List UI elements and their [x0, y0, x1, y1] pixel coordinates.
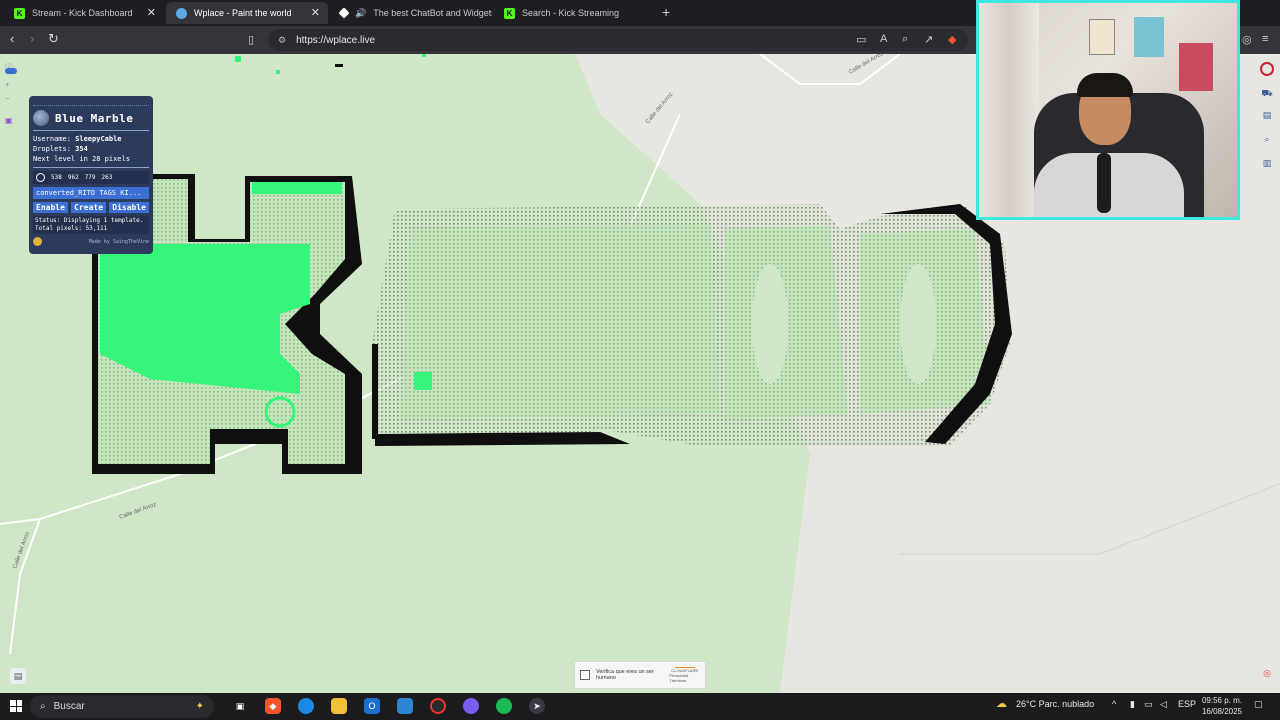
zoom-icon[interactable]: ⌕ [902, 33, 908, 46]
captcha-text: Verifica que eres un ser humano [596, 669, 654, 681]
panel-title: Blue Marble [55, 111, 134, 125]
kick-icon: K [504, 7, 515, 19]
disable-button[interactable]: Disable [109, 202, 149, 213]
left-tool-rail: ⓘ + − ▣ [0, 54, 20, 693]
kick-icon: K [14, 7, 25, 19]
cast-icon[interactable]: ▭ [856, 33, 866, 46]
username-row: Username: SleepyCable [33, 135, 122, 143]
forward-arrow-icon[interactable]: › [30, 31, 34, 46]
brave-browser-icon[interactable]: ◆ [265, 698, 281, 714]
taskbar-search[interactable]: ⌕ Buscar ✦ [30, 695, 214, 718]
profile-icon[interactable] [1260, 62, 1274, 76]
create-button[interactable]: Create [71, 202, 107, 213]
translate-icon[interactable]: A [880, 33, 887, 45]
coin-icon[interactable] [33, 237, 42, 246]
windows-start-icon[interactable] [10, 700, 22, 712]
tab-wplace[interactable]: Wplace - Paint the world ✕ [166, 2, 328, 24]
template-file-input[interactable]: converted_RITO TAGS KI... [33, 187, 149, 199]
layers-button[interactable]: ▤ [10, 668, 26, 684]
blue-marble-panel: Blue Marble Username: SleepyCable Drople… [29, 96, 153, 254]
share-icon[interactable]: ↗ [924, 33, 933, 46]
url-text[interactable]: https://wplace.live [296, 35, 375, 46]
menu-icon[interactable]: ≡ [1262, 33, 1268, 45]
cloudflare-captcha: Verifica que eres un ser humano CLOUDFLA… [574, 661, 706, 689]
volume-icon[interactable]: ◁ [1160, 699, 1167, 710]
pixel-art-letters-ritoo [372, 204, 1012, 446]
notification-icon[interactable]: ▢ [1254, 699, 1263, 710]
close-tab-icon[interactable]: ✕ [311, 6, 320, 19]
pin-icon[interactable] [36, 173, 45, 182]
tray-chevron-icon[interactable]: ^ [1112, 699, 1116, 709]
twitch-icon[interactable]: ▣ [5, 116, 15, 126]
site-settings-icon[interactable]: ⚙ [278, 35, 286, 46]
leaderboard-icon[interactable]: ▥ [1260, 158, 1274, 172]
task-view-icon[interactable]: ▣ [232, 698, 248, 714]
speaker-icon: 🔊 [355, 7, 367, 18]
minus-icon[interactable]: − [5, 94, 15, 104]
drag-handle[interactable] [33, 100, 149, 106]
windows-taskbar: ⌕ Buscar ✦ ▣ ◆ O ➤ ☁ 26°C Parc. nublado … [0, 693, 1280, 720]
blue-marble-globe-icon [33, 110, 49, 126]
street-label: Calle del Arroz [119, 502, 158, 521]
spotify-icon[interactable] [496, 698, 512, 714]
tab-kick-search[interactable]: K Search - Kick Streaming [494, 2, 656, 24]
new-badge-icon[interactable] [5, 68, 17, 74]
tab-chatbot[interactable]: 🔊 The best ChatBot and Widgets fo [330, 2, 492, 24]
store-icon[interactable] [397, 698, 413, 714]
search-icon: ⌕ [40, 701, 46, 712]
obs-icon[interactable] [430, 698, 446, 714]
tab-kick-dashboard[interactable]: K Stream - Kick Dashboard ✕ [4, 2, 164, 24]
back-arrow-icon[interactable]: ‹ [10, 31, 14, 46]
outlook-icon[interactable]: O [364, 698, 380, 714]
webcam-overlay [976, 0, 1240, 220]
language-indicator[interactable]: ESP [1178, 699, 1196, 709]
cart-icon[interactable]: ⛟ [1260, 88, 1274, 102]
new-tab-button[interactable]: + [662, 4, 670, 20]
weather-text[interactable]: 26°C Parc. nublado [1016, 699, 1094, 709]
credit-text: Made by SwingTheVine [88, 238, 149, 245]
reload-icon[interactable]: ↻ [48, 31, 59, 47]
wplace-globe-icon [176, 7, 187, 19]
edge-icon[interactable] [298, 698, 314, 714]
help-icon[interactable]: ◎ [1260, 668, 1274, 682]
captcha-checkbox[interactable] [580, 670, 590, 680]
sparkle-icon: ✦ [195, 701, 204, 712]
clock[interactable]: 09:56 p. m. 16/08/2025 [1196, 695, 1242, 717]
chart-icon[interactable]: ▤ [1260, 110, 1274, 124]
microphone-icon[interactable]: ▮ [1130, 699, 1135, 710]
plus-icon[interactable]: + [5, 80, 15, 90]
droplets-row: Droplets: 354 [33, 145, 88, 153]
discord-icon[interactable] [463, 698, 479, 714]
wallet-icon[interactable]: ◎ [1242, 33, 1252, 46]
botrix-icon [338, 7, 350, 19]
enable-button[interactable]: Enable [33, 202, 68, 213]
network-icon[interactable]: ▭ [1144, 699, 1153, 710]
status-textarea[interactable]: Status: Displaying 1 template. Total pix… [33, 216, 149, 234]
bookmark-icon[interactable]: ▯ [248, 33, 254, 46]
right-sidebar-rail: ⛟ ▤ ⌕ ▥ ◎ [1254, 54, 1280, 693]
coordinates-row[interactable]: 538 962 779 263 [33, 171, 149, 184]
app-icon[interactable]: ➤ [529, 698, 545, 714]
file-explorer-icon[interactable] [331, 698, 347, 714]
search-icon[interactable]: ⌕ [1260, 134, 1274, 148]
weather-icon[interactable]: ☁ [996, 697, 1007, 710]
close-tab-icon[interactable]: ✕ [147, 6, 156, 19]
next-level-row: Next level in 28 pixels [33, 155, 130, 163]
brave-shield-icon[interactable]: ◆ [948, 33, 956, 46]
cloudflare-logo: CLOUDFLARE Privacidad · Términos [669, 667, 699, 683]
